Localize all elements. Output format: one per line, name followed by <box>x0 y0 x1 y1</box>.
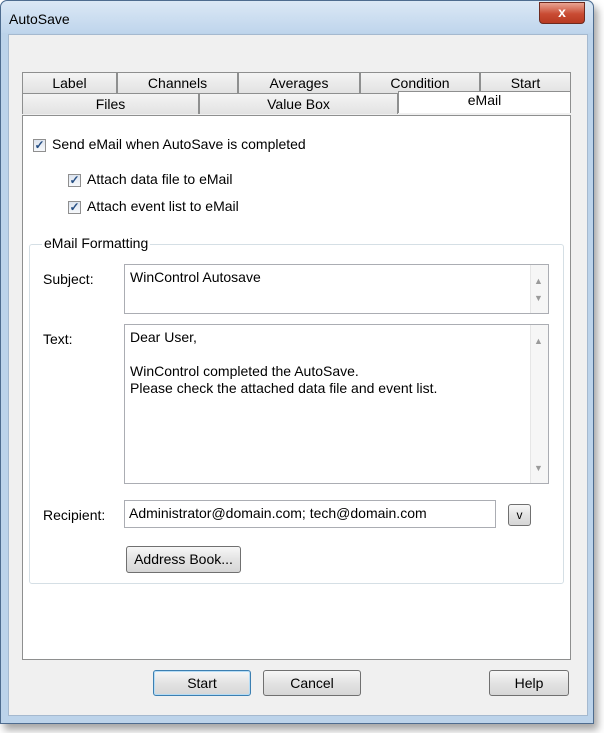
attach-data-checkbox[interactable]: ✓ <box>68 174 81 187</box>
message-text-field[interactable]: Dear User, WinControl completed the Auto… <box>124 324 549 484</box>
subject-value: WinControl Autosave <box>130 269 261 285</box>
tab-averages[interactable]: Averages <box>238 72 360 93</box>
recipient-field[interactable]: Administrator@domain.com; tech@domain.co… <box>124 500 496 528</box>
scroll-down-icon[interactable]: ▼ <box>534 290 543 307</box>
cancel-button[interactable]: Cancel <box>263 670 361 696</box>
close-icon: x <box>558 4 566 20</box>
dialog-client-area: Label Channels Averages Condition Start … <box>8 34 588 716</box>
subject-label: Subject: <box>43 271 94 287</box>
recipient-dropdown-button[interactable]: v <box>508 504 531 526</box>
message-line-blank <box>130 346 543 363</box>
attach-events-label[interactable]: Attach event list to eMail <box>87 198 239 214</box>
subject-scrollbar[interactable]: ▲ ▼ <box>530 265 548 313</box>
recipient-label: Recipient: <box>43 507 106 523</box>
subject-field[interactable]: WinControl Autosave ▲ ▼ <box>124 264 549 314</box>
close-button[interactable]: x <box>539 2 585 24</box>
message-scrollbar[interactable]: ▲ ▼ <box>530 325 548 483</box>
start-button[interactable]: Start <box>153 670 251 696</box>
send-email-checkbox[interactable]: ✓ <box>33 139 46 152</box>
autosave-dialog: AutoSave x Label Channels Averages Condi… <box>0 0 594 724</box>
send-email-label[interactable]: Send eMail when AutoSave is completed <box>52 136 306 152</box>
tab-email[interactable]: eMail <box>398 91 571 113</box>
attach-data-label[interactable]: Attach data file to eMail <box>87 171 233 187</box>
text-label: Text: <box>43 331 73 347</box>
tab-condition[interactable]: Condition <box>360 72 480 93</box>
tab-files[interactable]: Files <box>22 93 199 114</box>
title-bar: AutoSave x <box>1 1 593 33</box>
message-line: Dear User, <box>130 329 197 345</box>
tab-value-box[interactable]: Value Box <box>199 93 398 114</box>
attach-events-checkbox[interactable]: ✓ <box>68 201 81 214</box>
email-tab-panel: ✓ Send eMail when AutoSave is completed … <box>22 115 571 660</box>
tab-start[interactable]: Start <box>480 72 571 93</box>
window-title: AutoSave <box>9 11 70 27</box>
recipient-value: Administrator@domain.com; tech@domain.co… <box>129 505 427 521</box>
email-formatting-title: eMail Formatting <box>42 235 151 251</box>
email-formatting-group: eMail Formatting Subject: WinControl Aut… <box>29 235 564 584</box>
address-book-button[interactable]: Address Book... <box>126 546 241 573</box>
message-line: WinControl completed the AutoSave. <box>130 363 359 379</box>
scroll-up-icon[interactable]: ▲ <box>534 273 543 290</box>
tab-label[interactable]: Label <box>22 72 117 93</box>
help-button[interactable]: Help <box>489 670 569 696</box>
message-line: Please check the attached data file and … <box>130 380 438 396</box>
tab-channels[interactable]: Channels <box>117 72 238 93</box>
scroll-down-icon[interactable]: ▼ <box>534 460 543 477</box>
scroll-up-icon[interactable]: ▲ <box>534 333 543 350</box>
